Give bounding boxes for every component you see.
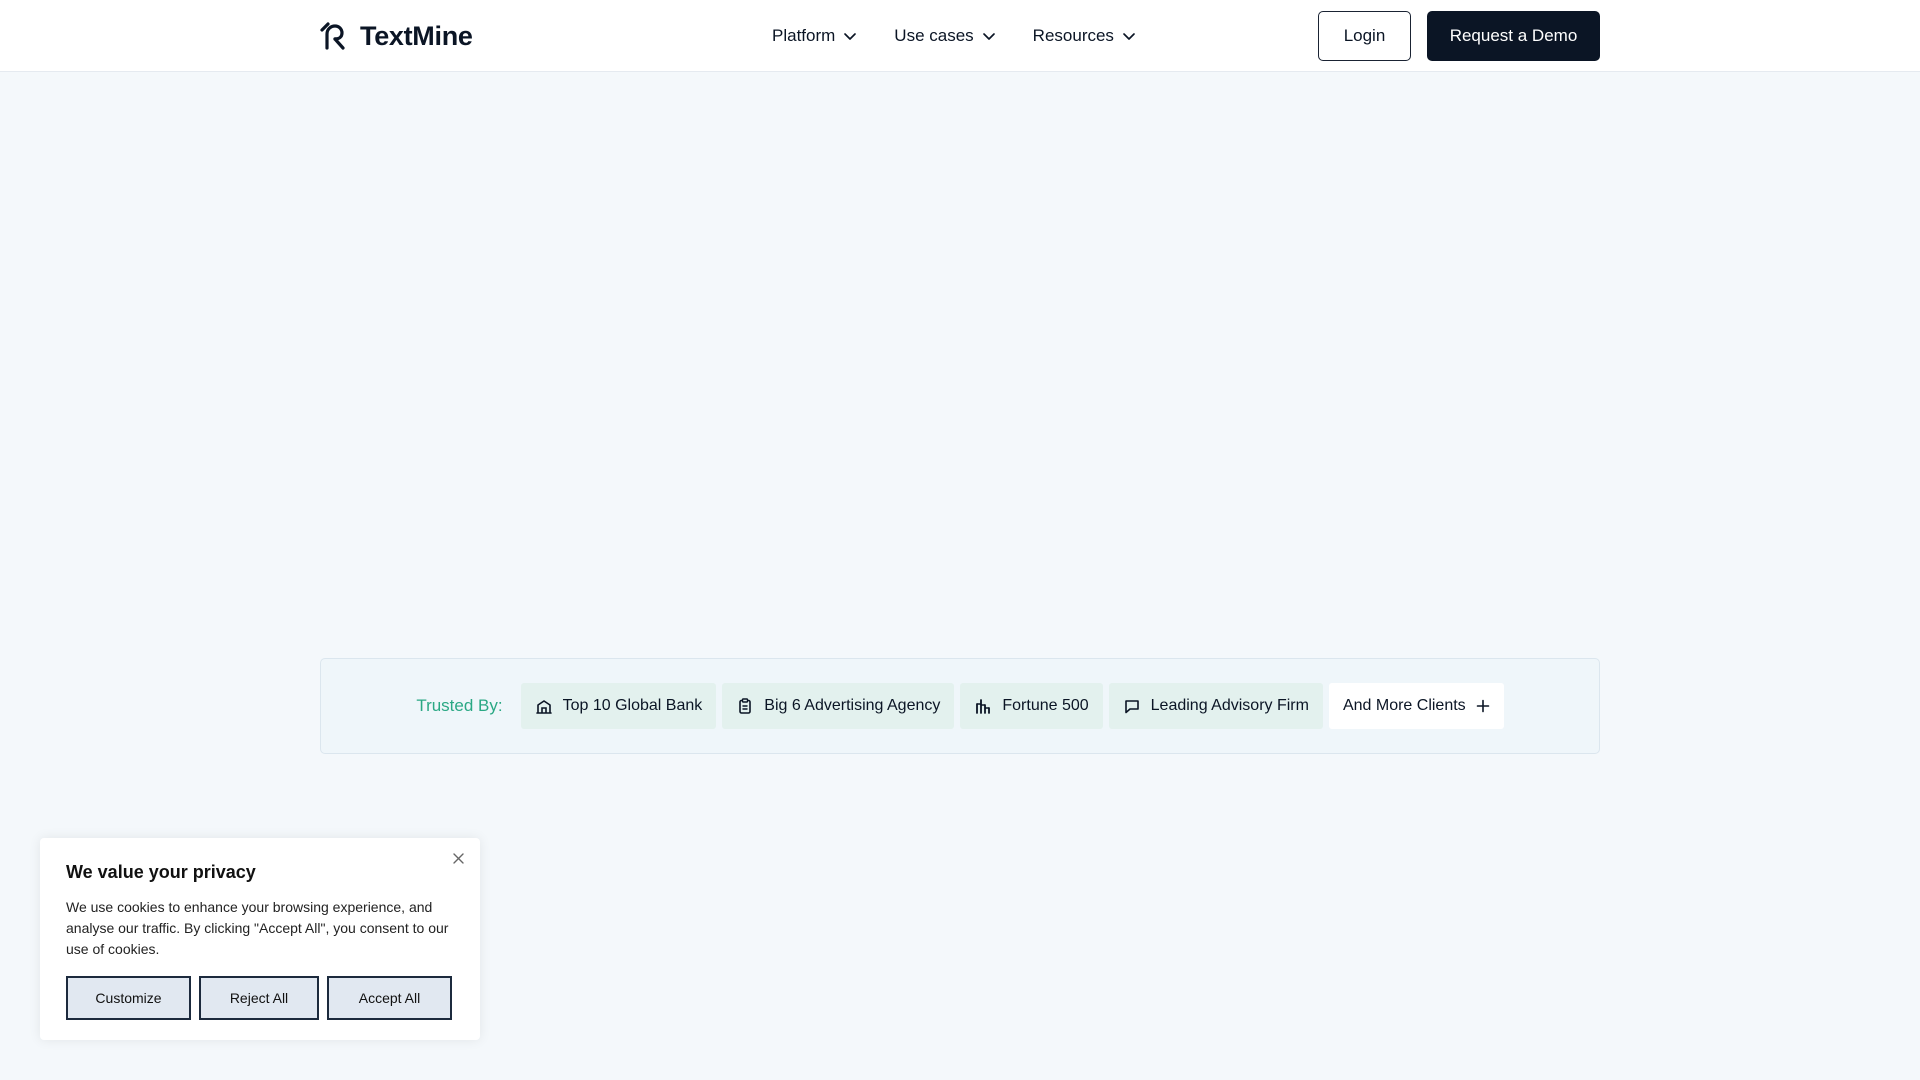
client-chip-label: Big 6 Advertising Agency — [764, 697, 941, 714]
chevron-down-icon — [982, 33, 995, 40]
cookie-close-button[interactable] — [450, 850, 466, 866]
cookie-title: We value your privacy — [66, 862, 256, 882]
client-chip-agency: Big 6 Advertising Agency — [722, 683, 955, 729]
logo[interactable]: TextMine — [319, 19, 473, 53]
nav-item-resources[interactable]: Resources — [1031, 22, 1138, 50]
cookie-button-group: Customize Reject All Accept All — [66, 976, 454, 1020]
nav-item-platform[interactable]: Platform — [770, 22, 859, 50]
chevron-down-icon — [844, 33, 857, 40]
logo-text: TextMine — [360, 20, 473, 51]
message-icon — [1124, 700, 1139, 714]
cookie-consent-banner: We value your privacy We use cookies to … — [40, 838, 480, 1040]
nav-item-label: Resources — [1032, 26, 1114, 45]
cookie-description: We use cookies to enhance your browsing … — [66, 899, 449, 957]
client-chip-bank: Top 10 Global Bank — [520, 683, 717, 729]
nav-item-use-cases[interactable]: Use cases — [892, 22, 997, 50]
login-button[interactable]: Login — [1318, 11, 1411, 61]
client-chip-fortune: Fortune 500 — [960, 683, 1103, 729]
chevron-down-icon — [1123, 33, 1135, 40]
more-clients-button[interactable]: And More Clients — [1328, 683, 1504, 729]
site-header: TextMine Platform Use cases Resources Lo… — [0, 0, 1920, 72]
cookie-reject-all-button[interactable]: Reject All — [199, 976, 319, 1020]
client-chip-label: Fortune 500 — [1002, 697, 1089, 714]
client-chip-advisory: Leading Advisory Firm — [1108, 683, 1323, 729]
request-demo-button[interactable]: Request a Demo — [1427, 11, 1600, 61]
trusted-by-label: Trusted By: — [416, 696, 503, 715]
plus-icon — [1476, 699, 1489, 713]
client-chip-label: Top 10 Global Bank — [562, 697, 703, 714]
client-chip-label: Leading Advisory Firm — [1150, 697, 1309, 714]
clipboard-icon — [739, 698, 752, 714]
main-nav: Platform Use cases Resources — [770, 22, 1171, 50]
textmine-logo-icon — [320, 22, 345, 50]
trusted-by-bar: Trusted By: Top 10 Global Bank Big 6 Adv… — [320, 658, 1600, 754]
cookie-accept-all-button[interactable]: Accept All — [327, 976, 452, 1020]
nav-item-label: Use cases — [894, 26, 974, 45]
bar-chart-icon — [976, 699, 991, 714]
nav-item-label: Platform — [772, 26, 836, 45]
cookie-customize-button[interactable]: Customize — [66, 976, 191, 1020]
more-clients-label: And More Clients — [1342, 697, 1466, 714]
close-icon — [452, 852, 464, 864]
bank-icon — [535, 700, 552, 714]
